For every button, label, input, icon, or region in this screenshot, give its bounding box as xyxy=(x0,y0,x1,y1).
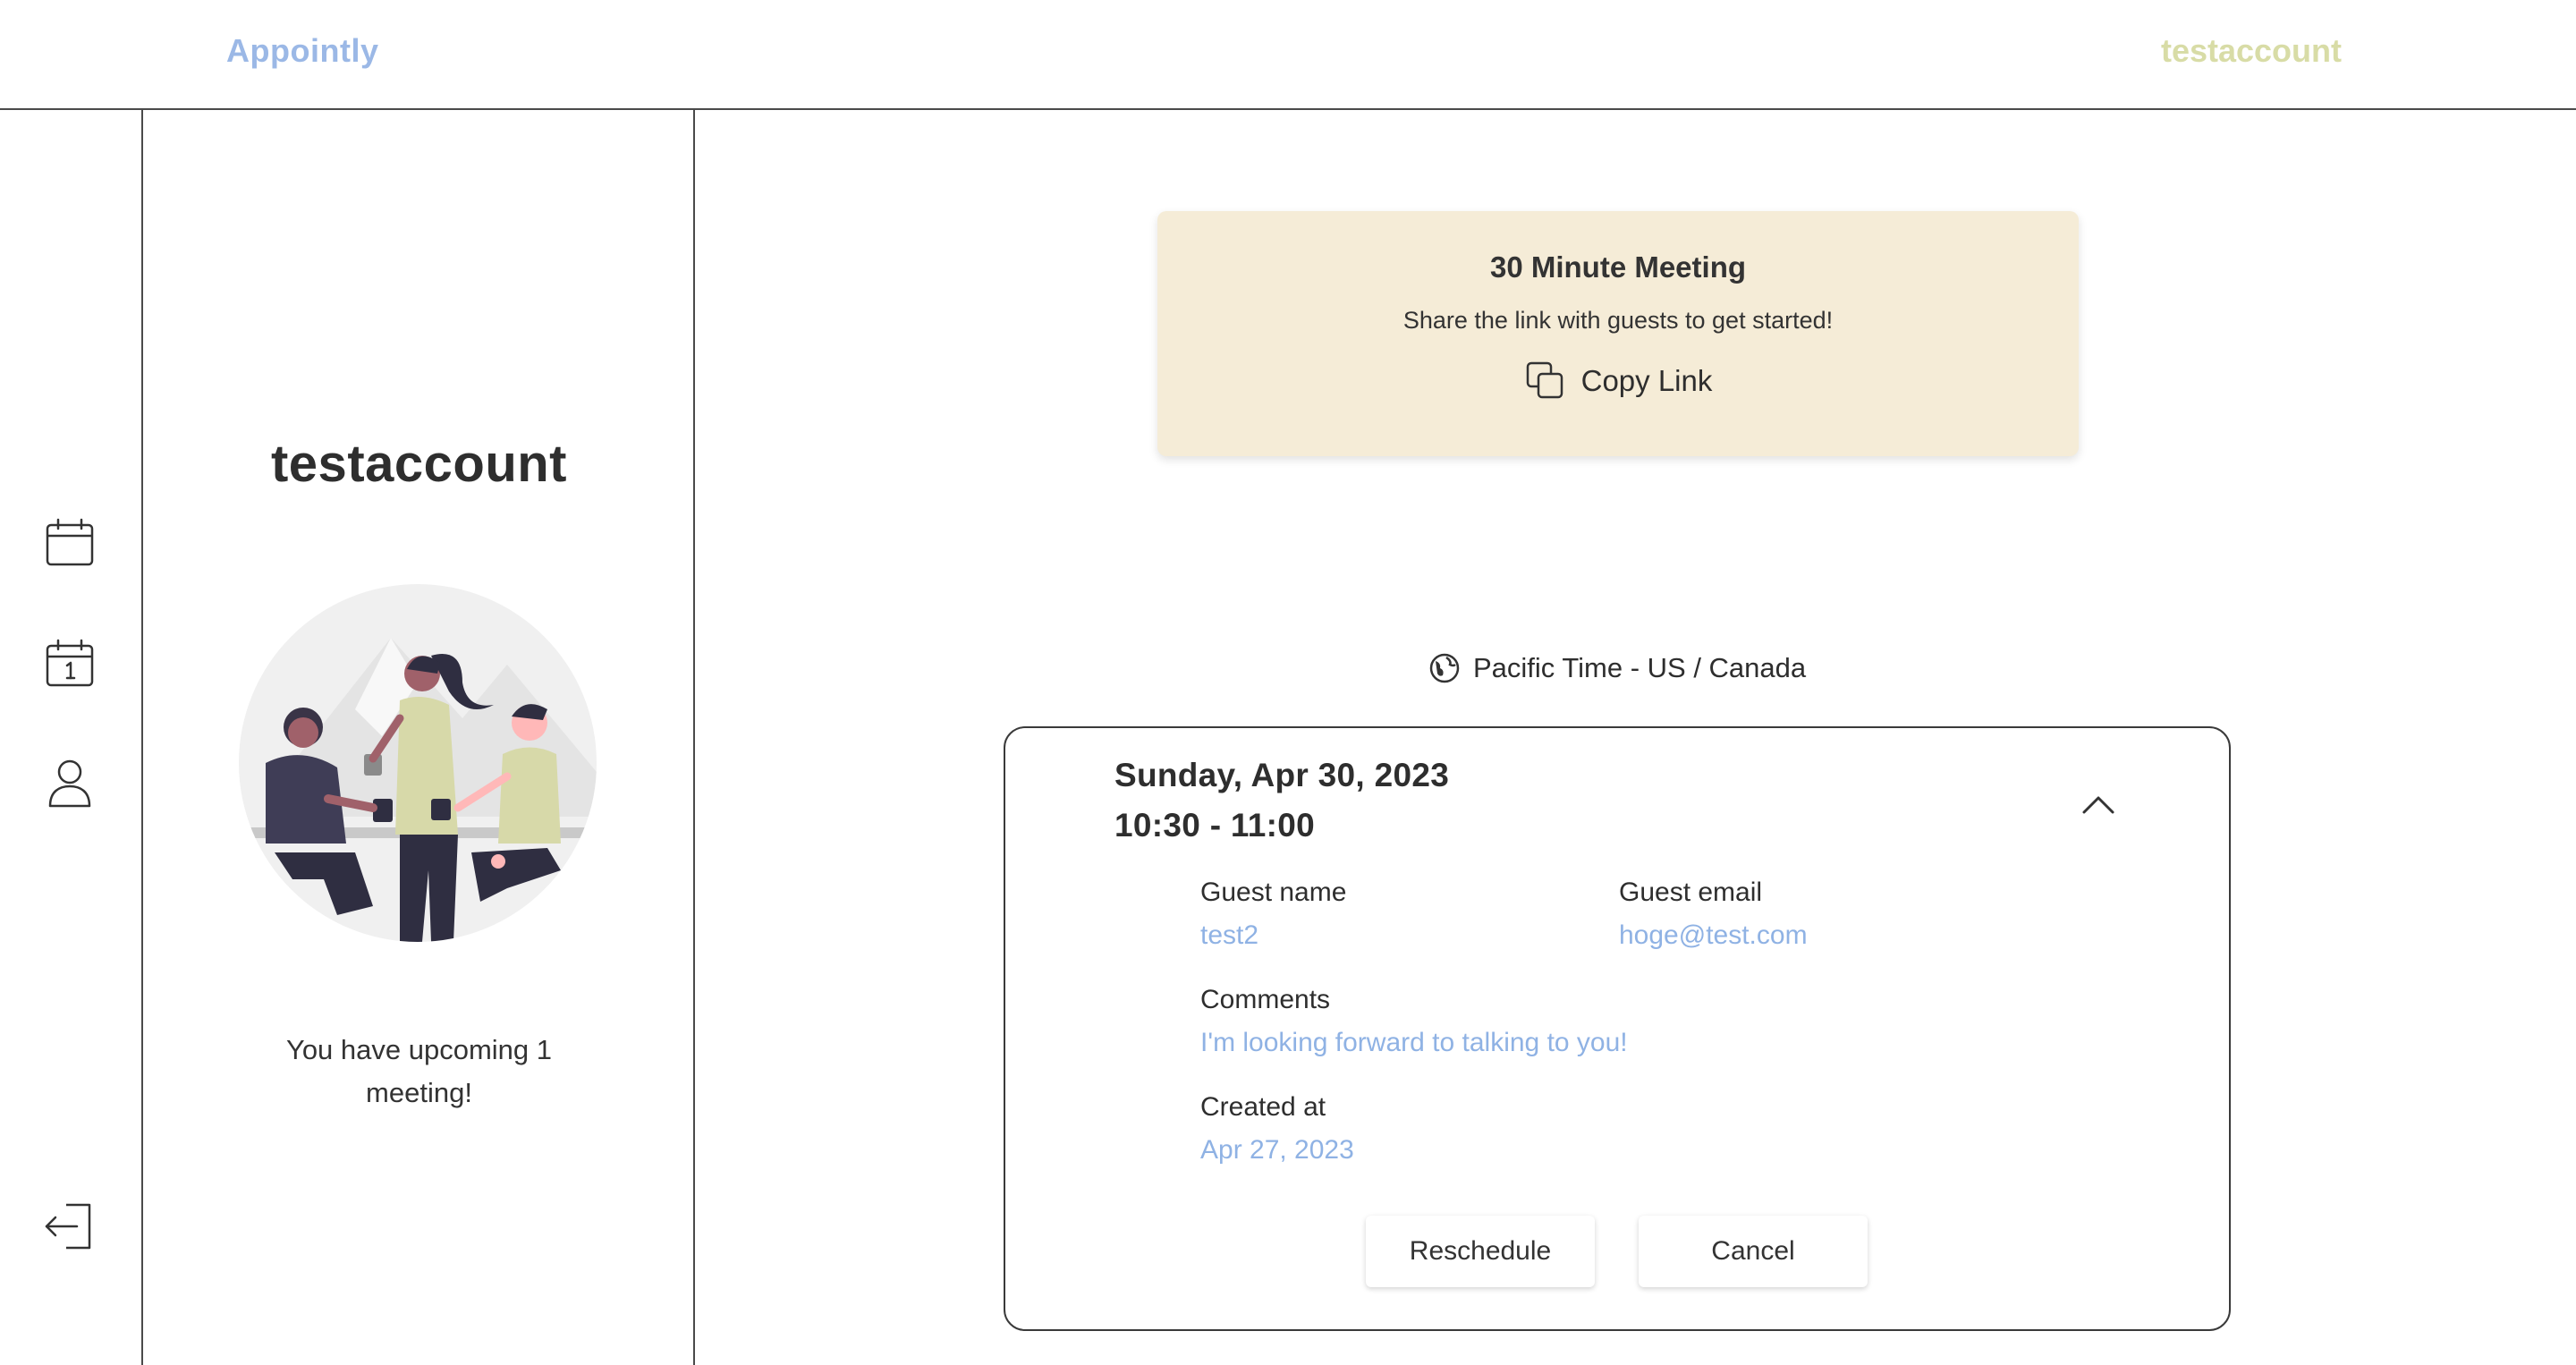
icon-rail xyxy=(0,110,143,1365)
people-meeting-illustration-icon xyxy=(239,584,597,942)
guest-name-value: test2 xyxy=(1200,920,1259,950)
copy-link-button[interactable]: Copy Link xyxy=(1157,360,2079,403)
logout-icon xyxy=(45,1203,91,1250)
guest-email-label: Guest email xyxy=(1619,878,1763,907)
guest-email-value[interactable]: hoge@test.com xyxy=(1619,920,1808,951)
share-instructions: Share the link with guests to get starte… xyxy=(1402,307,1834,334)
globe-icon xyxy=(1429,653,1460,683)
meeting-date: Sunday, Apr 30, 2023 xyxy=(1114,757,1450,793)
comments-label: Comments xyxy=(1200,985,1331,1014)
timezone-selector[interactable]: Pacific Time - US / Canada xyxy=(1428,652,1806,684)
rail-calendar-day-button[interactable] xyxy=(43,637,97,691)
event-type-title: 30 Minute Meeting xyxy=(1489,250,1747,284)
user-icon xyxy=(48,759,91,808)
rail-profile-button[interactable] xyxy=(43,756,97,810)
copy-link-label: Copy Link xyxy=(1580,364,1713,397)
upcoming-meetings-text: You have upcoming 1 meeting! xyxy=(285,1034,553,1108)
brand-logo[interactable]: Appointly xyxy=(226,32,378,70)
calendar-icon xyxy=(46,518,94,566)
chevron-up-icon xyxy=(2082,796,2114,814)
cancel-button[interactable]: Cancel xyxy=(1639,1216,1868,1287)
reschedule-button[interactable]: Reschedule xyxy=(1366,1216,1595,1287)
calendar-day-icon xyxy=(46,639,94,687)
guest-name-label: Guest name xyxy=(1200,878,1347,907)
rail-calendar-button[interactable] xyxy=(43,516,97,570)
profile-panel: testaccount You have upcoming 1 meeting! xyxy=(143,110,695,1365)
created-at-label: Created at xyxy=(1200,1092,1326,1122)
top-header: Appointly testaccount xyxy=(0,0,2576,110)
header-username[interactable]: testaccount xyxy=(2161,32,2342,70)
copy-icon xyxy=(1526,361,1563,399)
rail-logout-button[interactable] xyxy=(43,1200,97,1253)
meeting-time: 10:30 - 11:00 xyxy=(1114,807,1316,844)
profile-name: testaccount xyxy=(270,435,567,493)
created-at-value: Apr 27, 2023 xyxy=(1200,1135,1354,1165)
meeting-illustration xyxy=(239,584,597,942)
main-content: 30 Minute Meeting Share the link with gu… xyxy=(695,110,2576,1365)
share-link-card: 30 Minute Meeting Share the link with gu… xyxy=(1157,211,2079,456)
collapse-button[interactable] xyxy=(2075,782,2122,828)
meeting-card: Sunday, Apr 30, 2023 10:30 - 11:00 Guest… xyxy=(1004,726,2231,1331)
comments-value: I'm looking forward to talking to you! xyxy=(1200,1028,1628,1057)
timezone-label: Pacific Time - US / Canada xyxy=(1473,652,1807,683)
